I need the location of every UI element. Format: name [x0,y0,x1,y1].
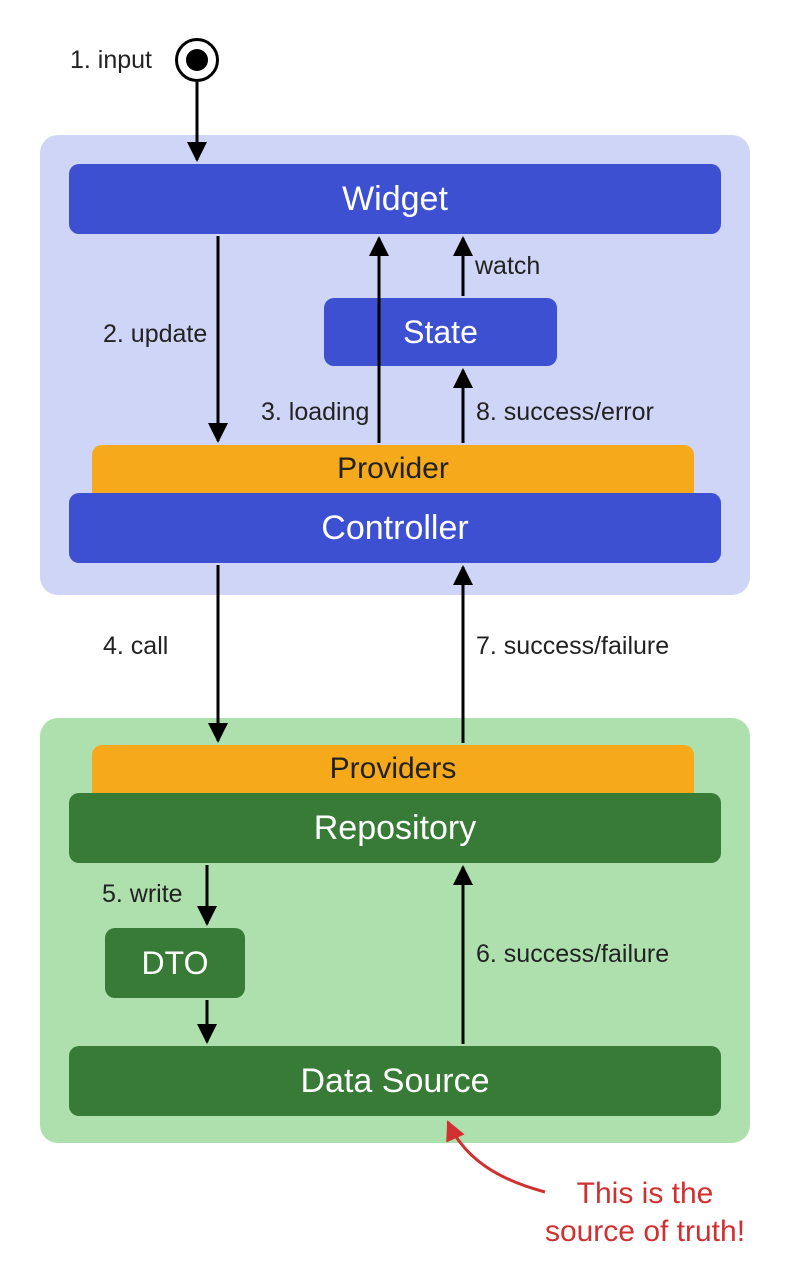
repository-block: Repository [69,793,721,863]
dto-block: DTO [105,928,245,998]
widget-label: Widget [342,180,448,219]
provider-label: Provider [337,452,449,486]
success-failure-up-label: 7. success/failure [476,632,669,661]
success-error-label: 8. success/error [476,398,654,427]
widget-block: Widget [69,164,721,234]
data-source-block: Data Source [69,1046,721,1116]
state-label: State [403,314,478,351]
controller-label: Controller [321,509,468,548]
provider-block: Provider [92,445,694,493]
update-label: 2. update [103,320,207,349]
providers-label: Providers [330,752,457,786]
input-label: 1. input [70,46,152,75]
source-of-truth-annotation: This is thesource of truth! [530,1175,760,1250]
watch-label: watch [475,252,540,281]
loading-label: 3. loading [261,398,369,427]
providers-block: Providers [92,745,694,793]
dto-label: DTO [142,945,209,982]
start-node-icon [175,38,219,82]
controller-block: Controller [69,493,721,563]
write-label: 5. write [102,880,183,909]
call-label: 4. call [103,632,168,661]
state-block: State [324,298,557,366]
architecture-diagram: Provider Controller Widget State Provide… [0,0,788,1267]
success-failure-label: 6. success/failure [476,940,669,969]
repository-label: Repository [314,809,477,848]
data-source-label: Data Source [301,1062,490,1101]
